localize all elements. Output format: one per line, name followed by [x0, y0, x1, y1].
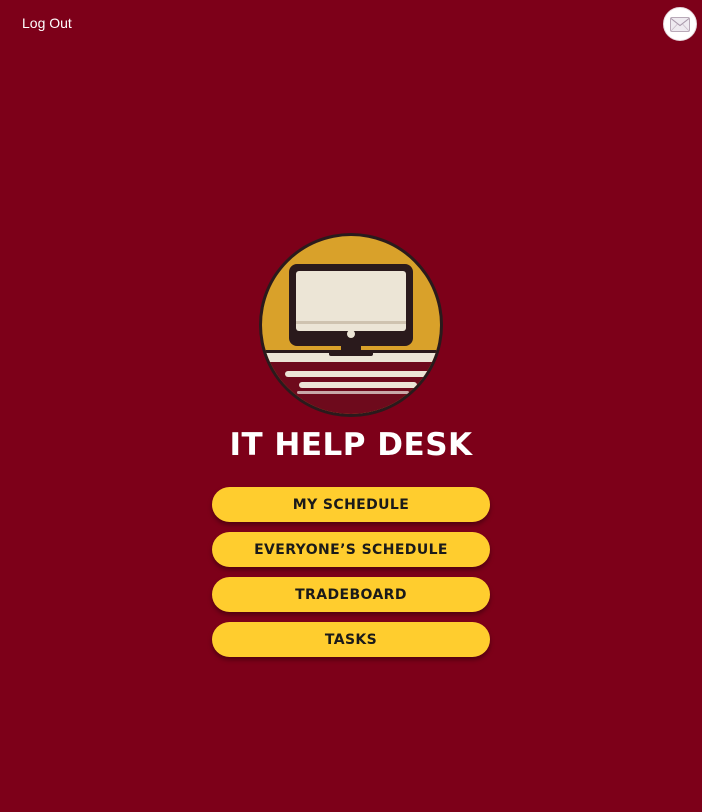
help-desk-logo: [257, 232, 445, 418]
my-schedule-button[interactable]: MY SCHEDULE: [212, 487, 490, 522]
page-title: IT HELP DESK: [229, 427, 473, 463]
mail-button[interactable]: [663, 7, 697, 41]
tasks-button[interactable]: TASKS: [212, 622, 490, 657]
tradeboard-button[interactable]: TRADEBOARD: [212, 577, 490, 612]
everyones-schedule-button[interactable]: EVERYONE’S SCHEDULE: [212, 532, 490, 567]
page: Log Out IT HELP DESK MY SCHEDULE EVERYON…: [0, 0, 702, 812]
computer-monitor-icon: [259, 233, 443, 417]
envelope-icon: [670, 16, 690, 32]
main-menu: MY SCHEDULE EVERYONE’S SCHEDULE TRADEBOA…: [212, 487, 490, 667]
logout-link[interactable]: Log Out: [22, 15, 72, 31]
